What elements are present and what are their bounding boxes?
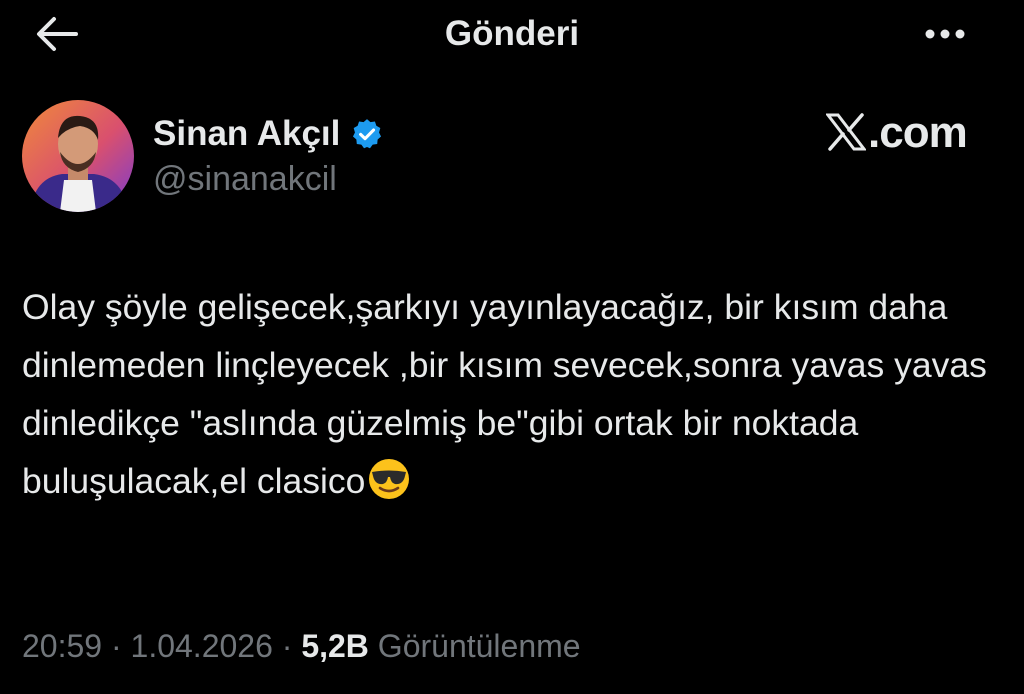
avatar-image xyxy=(22,100,134,212)
avatar[interactable] xyxy=(22,100,134,212)
top-bar: Gönderi xyxy=(0,0,1024,70)
tweet-date[interactable]: 1.04.2026 xyxy=(131,628,273,664)
x-com-watermark: .com xyxy=(826,108,968,158)
tweet-meta: 20:59 · 1.04.2026 · 5,2B Görüntülenme xyxy=(22,628,581,665)
x-logo-icon xyxy=(826,113,866,151)
views-count: 5,2B xyxy=(301,628,369,664)
smiling-face-with-sunglasses-icon xyxy=(369,459,410,499)
more-horizontal-icon xyxy=(925,29,965,39)
tweet-text: Olay şöyle gelişecek,şarkıyı yayınlayaca… xyxy=(22,278,992,510)
more-options-button[interactable] xyxy=(920,14,970,54)
meta-separator-2: · xyxy=(272,628,302,664)
x-com-text: .com xyxy=(868,108,968,157)
views-label: Görüntülenme xyxy=(377,628,581,664)
author-handle[interactable]: @sinanakcil xyxy=(153,160,337,199)
verified-badge-icon xyxy=(353,119,382,149)
tweet-time[interactable]: 20:59 xyxy=(22,628,102,664)
author-name[interactable]: Sinan Akçıl xyxy=(153,114,340,154)
page-title: Gönderi xyxy=(444,14,580,53)
meta-separator: · xyxy=(102,628,131,664)
tweet-body: Olay şöyle gelişecek,şarkıyı yayınlayaca… xyxy=(22,287,987,501)
author-name-row: Sinan Akçıl xyxy=(153,112,384,156)
